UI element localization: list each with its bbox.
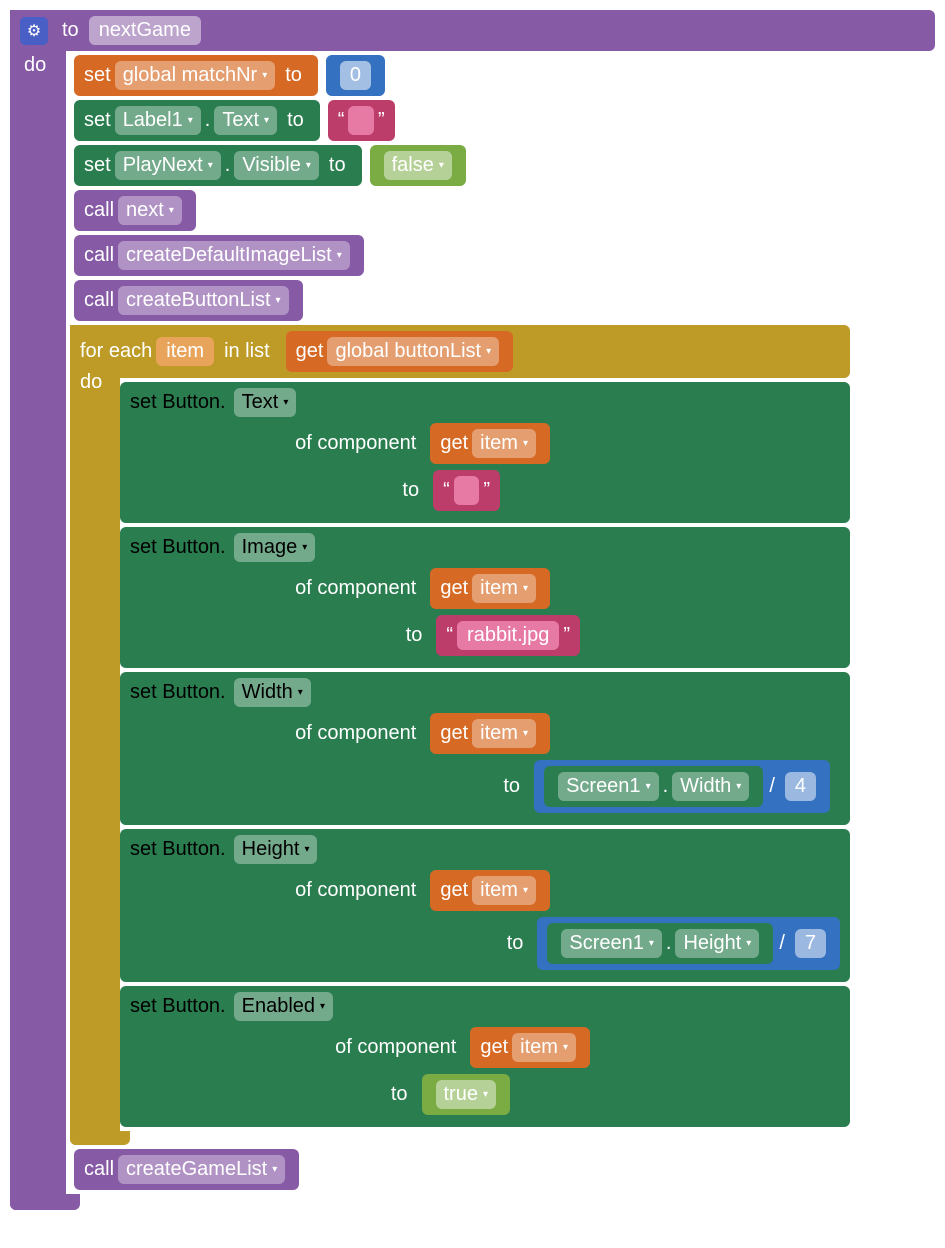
math-divide[interactable]: Screen1 . Height / 7 [537, 917, 840, 970]
property-dropdown[interactable]: Text [234, 388, 297, 417]
call-next[interactable]: call next [70, 190, 850, 231]
number-block[interactable]: 0 [326, 55, 385, 96]
getter-block[interactable]: get global buttonList [286, 331, 514, 372]
to-label: to [62, 19, 79, 42]
bool-block[interactable]: false [370, 145, 466, 186]
procedure-header[interactable]: ⚙ to nextGame [10, 10, 935, 51]
procedure-block: ⚙ to nextGame do set global matchNr to 0… [10, 10, 935, 1210]
proc-dropdown[interactable]: createButtonList [118, 286, 289, 315]
property-dropdown[interactable]: Height [234, 835, 318, 864]
var-dropdown[interactable]: global matchNr [115, 61, 276, 90]
proc-dropdown[interactable]: next [118, 196, 182, 225]
property-dropdown[interactable]: Visible [234, 151, 319, 180]
text-block[interactable]: “ ” [328, 100, 395, 141]
do-label: do [80, 371, 102, 394]
var-dropdown[interactable]: global buttonList [327, 337, 499, 366]
property-dropdown[interactable]: Enabled [234, 992, 333, 1021]
proc-dropdown[interactable]: createDefaultImageList [118, 241, 350, 270]
property-dropdown[interactable]: Image [234, 533, 316, 562]
foreach-block[interactable]: for each item in list get global buttonL… [70, 325, 850, 1145]
call-creategamelist[interactable]: call createGameList [70, 1149, 850, 1190]
procedure-leftbar [10, 10, 66, 1210]
component-dropdown[interactable]: Label1 [115, 106, 201, 135]
set-button-enabled[interactable]: set Button. Enabled of component get ite… [120, 986, 850, 1127]
loop-var[interactable]: item [156, 337, 214, 366]
gear-icon[interactable]: ⚙ [20, 17, 48, 45]
property-dropdown[interactable]: Text [214, 106, 277, 135]
math-divide[interactable]: Screen1 . Width / 4 [534, 760, 830, 813]
set-playnext-visible[interactable]: set PlayNext . Visible to false [70, 145, 850, 186]
set-label1-text[interactable]: set Label1 . Text to “ ” [70, 100, 850, 141]
property-dropdown[interactable]: Width [234, 678, 311, 707]
set-button-width[interactable]: set Button. Width of component get item … [120, 672, 850, 825]
set-button-text[interactable]: set Button. Text of component get item t… [120, 382, 850, 523]
component-dropdown[interactable]: PlayNext [115, 151, 221, 180]
set-button-height[interactable]: set Button. Height of component get item… [120, 829, 850, 982]
call-createbuttonlist[interactable]: call createButtonList [70, 280, 850, 321]
call-createdefaultimagelist[interactable]: call createDefaultImageList [70, 235, 850, 276]
set-button-image[interactable]: set Button. Image of component get item … [120, 527, 850, 668]
do-label: do [24, 54, 46, 77]
set-global-matchnr[interactable]: set global matchNr to 0 [70, 55, 850, 96]
proc-dropdown[interactable]: createGameList [118, 1155, 285, 1184]
procedure-name[interactable]: nextGame [89, 16, 201, 45]
